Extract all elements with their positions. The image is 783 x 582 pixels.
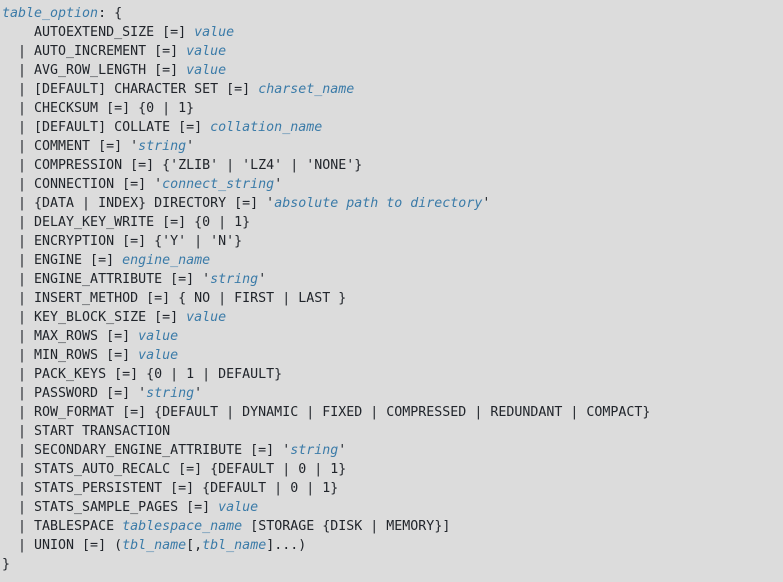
placeholder-token: tablespace_name — [122, 519, 243, 534]
placeholder-token: collation_name — [210, 120, 323, 135]
keyword-token: | UNION [=] ( — [2, 538, 123, 553]
placeholder-token: string — [138, 139, 187, 154]
code-line: } — [2, 555, 783, 574]
keyword-token: | MIN_ROWS [=] — [2, 348, 139, 363]
keyword-token: | STATS_SAMPLE_PAGES [=] — [2, 500, 219, 515]
keyword-token: | SECONDARY_ENGINE_ATTRIBUTE [=] ' — [2, 443, 291, 458]
keyword-token: ]...) — [266, 538, 307, 553]
keyword-token: | COMPRESSION [=] {'ZLIB' | 'LZ4' | 'NON… — [2, 158, 363, 173]
placeholder-token: value — [186, 44, 227, 59]
keyword-token: | DELAY_KEY_WRITE [=] {0 | 1} — [2, 215, 251, 230]
keyword-token: [STORAGE {DISK | MEMORY}] — [242, 519, 451, 534]
code-line: | ENGINE [=] engine_name — [2, 251, 783, 270]
keyword-token: | INSERT_METHOD [=] { NO | FIRST | LAST … — [2, 291, 347, 306]
code-line: | [DEFAULT] COLLATE [=] collation_name — [2, 118, 783, 137]
code-line: | INSERT_METHOD [=] { NO | FIRST | LAST … — [2, 289, 783, 308]
code-line: AUTOEXTEND_SIZE [=] value — [2, 23, 783, 42]
code-line: | ENCRYPTION [=] {'Y' | 'N'} — [2, 232, 783, 251]
placeholder-token: value — [186, 310, 227, 325]
placeholder-token: charset_name — [258, 82, 355, 97]
keyword-token: ' — [274, 177, 283, 192]
keyword-token: | ENGINE [=] — [2, 253, 123, 268]
keyword-token: | STATS_AUTO_RECALC [=] {DEFAULT | 0 | 1… — [2, 462, 347, 477]
keyword-token: | ROW_FORMAT [=] {DEFAULT | DYNAMIC | FI… — [2, 405, 651, 420]
placeholder-token: value — [138, 348, 179, 363]
placeholder-token: string — [146, 386, 195, 401]
code-line: | MIN_ROWS [=] value — [2, 346, 783, 365]
code-line: | KEY_BLOCK_SIZE [=] value — [2, 308, 783, 327]
placeholder-token: value — [194, 25, 235, 40]
keyword-token: | COMMENT [=] ' — [2, 139, 139, 154]
placeholder-token: engine_name — [122, 253, 211, 268]
keyword-token: ' — [338, 443, 347, 458]
code-line: | PACK_KEYS [=] {0 | 1 | DEFAULT} — [2, 365, 783, 384]
keyword-token: ' — [258, 272, 267, 287]
keyword-token: AUTOEXTEND_SIZE [=] — [2, 25, 195, 40]
keyword-token: | [DEFAULT] COLLATE [=] — [2, 120, 211, 135]
placeholder-token: tbl_name — [202, 538, 267, 553]
sql-syntax-code-block: table_option: { AUTOEXTEND_SIZE [=] valu… — [0, 0, 783, 582]
code-line: | COMMENT [=] 'string' — [2, 137, 783, 156]
placeholder-token: value — [138, 329, 179, 344]
keyword-token: | PASSWORD [=] ' — [2, 386, 147, 401]
keyword-token: ' — [194, 386, 203, 401]
keyword-token: | START TRANSACTION — [2, 424, 171, 439]
code-line: | ENGINE_ATTRIBUTE [=] 'string' — [2, 270, 783, 289]
code-line: | ROW_FORMAT [=] {DEFAULT | DYNAMIC | FI… — [2, 403, 783, 422]
code-line: | UNION [=] (tbl_name[,tbl_name]...) — [2, 536, 783, 555]
code-line: | CHECKSUM [=] {0 | 1} — [2, 99, 783, 118]
keyword-token: | [DEFAULT] CHARACTER SET [=] — [2, 82, 259, 97]
code-line: | CONNECTION [=] 'connect_string' — [2, 175, 783, 194]
keyword-token: | MAX_ROWS [=] — [2, 329, 139, 344]
code-line: | AUTO_INCREMENT [=] value — [2, 42, 783, 61]
code-line: | AVG_ROW_LENGTH [=] value — [2, 61, 783, 80]
code-line: | STATS_SAMPLE_PAGES [=] value — [2, 498, 783, 517]
placeholder-token: absolute path to directory — [274, 196, 483, 211]
code-line: | STATS_AUTO_RECALC [=] {DEFAULT | 0 | 1… — [2, 460, 783, 479]
keyword-token: | PACK_KEYS [=] {0 | 1 | DEFAULT} — [2, 367, 283, 382]
code-line: | TABLESPACE tablespace_name [STORAGE {D… — [2, 517, 783, 536]
keyword-token: | STATS_PERSISTENT [=] {DEFAULT | 0 | 1} — [2, 481, 339, 496]
code-line: | MAX_ROWS [=] value — [2, 327, 783, 346]
keyword-token: | CHECKSUM [=] {0 | 1} — [2, 101, 195, 116]
placeholder-token: string — [210, 272, 259, 287]
code-line: table_option: { — [2, 4, 783, 23]
keyword-token: | ENGINE_ATTRIBUTE [=] ' — [2, 272, 211, 287]
code-line: | [DEFAULT] CHARACTER SET [=] charset_na… — [2, 80, 783, 99]
keyword-token: | {DATA | INDEX} DIRECTORY [=] ' — [2, 196, 275, 211]
code-line: | {DATA | INDEX} DIRECTORY [=] 'absolute… — [2, 194, 783, 213]
keyword-token: | KEY_BLOCK_SIZE [=] — [2, 310, 187, 325]
keyword-token: | ENCRYPTION [=] {'Y' | 'N'} — [2, 234, 243, 249]
code-line: | DELAY_KEY_WRITE [=] {0 | 1} — [2, 213, 783, 232]
placeholder-token: value — [218, 500, 259, 515]
code-line: | PASSWORD [=] 'string' — [2, 384, 783, 403]
placeholder-token: tbl_name — [122, 538, 187, 553]
placeholder-token: connect_string — [162, 177, 275, 192]
placeholder-token: table_option — [2, 6, 99, 21]
keyword-token: } — [2, 557, 11, 572]
keyword-token: [, — [186, 538, 203, 553]
code-line: | SECONDARY_ENGINE_ATTRIBUTE [=] 'string… — [2, 441, 783, 460]
keyword-token: | TABLESPACE — [2, 519, 123, 534]
code-line: | COMPRESSION [=] {'ZLIB' | 'LZ4' | 'NON… — [2, 156, 783, 175]
code-line: | START TRANSACTION — [2, 422, 783, 441]
code-line: | STATS_PERSISTENT [=] {DEFAULT | 0 | 1} — [2, 479, 783, 498]
keyword-token: | AUTO_INCREMENT [=] — [2, 44, 187, 59]
keyword-token: | AVG_ROW_LENGTH [=] — [2, 63, 187, 78]
keyword-token: | CONNECTION [=] ' — [2, 177, 163, 192]
placeholder-token: value — [186, 63, 227, 78]
keyword-token: ' — [186, 139, 195, 154]
keyword-token: : { — [98, 6, 123, 21]
placeholder-token: string — [290, 443, 339, 458]
keyword-token: ' — [482, 196, 491, 211]
